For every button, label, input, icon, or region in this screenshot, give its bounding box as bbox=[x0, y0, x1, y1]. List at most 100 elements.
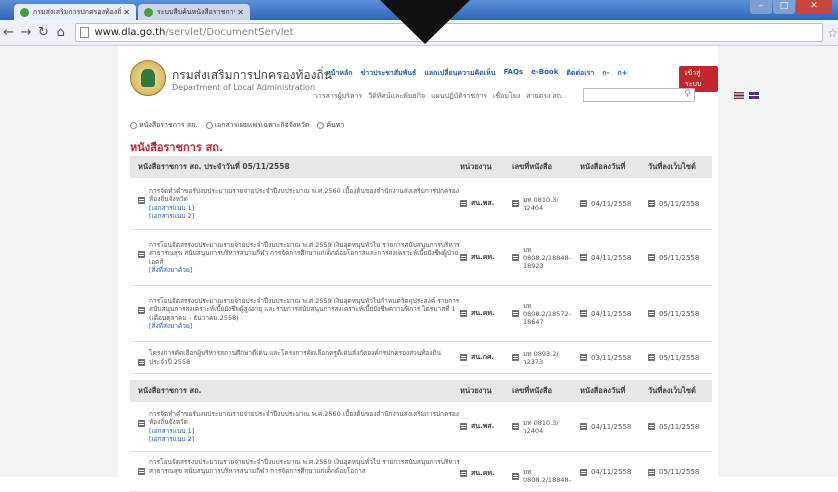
subnav-item[interactable]: สายตรง สถ. bbox=[526, 91, 563, 102]
english-flag-icon[interactable] bbox=[749, 92, 759, 99]
list-icon bbox=[512, 200, 519, 207]
document-icon bbox=[138, 250, 145, 258]
site-header: กรมส่งเสริมการปกครองท้องถิ่น Department … bbox=[118, 46, 759, 106]
subnav-item[interactable]: วารสารผู้บริหาร bbox=[314, 91, 362, 102]
url-host: www.dla.go.th bbox=[94, 27, 166, 38]
chevron-down-icon bbox=[380, 0, 470, 44]
attachment-link[interactable]: [เอกสารแนบ 1] bbox=[149, 204, 460, 213]
calendar-icon bbox=[580, 354, 587, 361]
font-decrease[interactable]: ก- bbox=[602, 68, 609, 79]
site-logo-icon[interactable] bbox=[130, 60, 166, 96]
subnav-item[interactable]: วีดิทัศน์และพันธกิจ bbox=[368, 91, 425, 102]
docno-text: มท 0808.2/18848- bbox=[523, 468, 571, 484]
nav-news[interactable]: ข่าวประชาสัมพันธ์ bbox=[360, 68, 416, 79]
subject-text[interactable]: การโอนจัดสรรงบประมาณรายจ่ายประจำปีงบประม… bbox=[149, 241, 460, 266]
docno-text: มท 0808.2/18848-18923 bbox=[523, 245, 571, 270]
subject-text[interactable]: การจัดทำคำขอรับงบประมาณรายจ่ายประจำปีงบป… bbox=[149, 187, 459, 204]
subnav-item[interactable]: แผนปฏิบัติราชการ bbox=[431, 91, 487, 102]
top-navigation: หน้าหลัก ข่าวประชาสัมพันธ์ แลกเปลี่ยนควา… bbox=[326, 68, 628, 79]
doc-date: 03/11/2558 bbox=[591, 353, 632, 362]
list-icon bbox=[512, 472, 519, 480]
calendar-icon bbox=[648, 468, 655, 476]
post-date: 05/11/2558 bbox=[659, 253, 700, 262]
subject-text[interactable]: การโอนจัดสรรงบประมาณรายจ่ายประจำปีงบประม… bbox=[149, 458, 460, 475]
table-row: การโอนจัดสรรงบประมาณรายจ่ายประจำปีงบประม… bbox=[130, 286, 712, 342]
subject-cell: การจัดทำคำขอรับงบประมาณรายจ่ายประจำปีงบป… bbox=[130, 410, 460, 444]
back-arrow-icon[interactable]: ← bbox=[0, 25, 17, 40]
col-unit: หน่วยงาน bbox=[460, 162, 492, 171]
browser-tab-2[interactable]: ระบบสืบค้นหนังสือราชการ ✕ bbox=[138, 4, 250, 20]
option-provincial-docs[interactable]: เอกสารเผยแพร่เฉพาะกิจจังหวัด bbox=[205, 120, 309, 131]
list-icon bbox=[460, 254, 467, 261]
minimize-icon[interactable]: – bbox=[750, 0, 772, 14]
subject-cell: การจัดทำคำขอรับงบประมาณรายจ่ายประจำปีงบป… bbox=[130, 187, 460, 221]
doc-date: 04/11/2558 bbox=[591, 253, 632, 262]
subject-cell: การโอนจัดสรรงบประมาณรายจ่ายประจำปีงบประม… bbox=[130, 458, 460, 475]
calendar-icon bbox=[580, 310, 587, 317]
nav-forum[interactable]: แลกเปลี่ยนความคิดเห็น bbox=[424, 68, 495, 79]
url-path: /servlet/DocumentServlet bbox=[165, 27, 294, 38]
site-name-en: Department of Local Administration bbox=[172, 83, 316, 92]
col-doc-date: หนังสือลงวันที่ bbox=[580, 162, 626, 171]
browser-tab-1[interactable]: กรมส่งเสริมการปกครองท้องถิ่น ✕ bbox=[14, 4, 136, 20]
attachment-link[interactable]: [เอกสารแนบ 2] bbox=[149, 435, 460, 444]
docno-text: มท 0810.3/ ว2404 bbox=[523, 195, 559, 212]
forward-arrow-icon[interactable]: → bbox=[17, 25, 34, 40]
nav-faqs[interactable]: FAQs bbox=[504, 68, 524, 79]
calendar-icon bbox=[580, 423, 587, 430]
list-icon bbox=[512, 354, 519, 361]
home-icon[interactable]: ⌂ bbox=[52, 25, 69, 40]
docno-text: มท 0810.3/ ว2404 bbox=[523, 418, 559, 435]
font-increase[interactable]: ก+ bbox=[617, 68, 627, 79]
post-date: 05/11/2558 bbox=[659, 199, 700, 208]
subject-cell: การโอนจัดสรรงบประมาณรายจ่ายประจำปีงบประม… bbox=[130, 297, 460, 331]
section-title: หนังสือราชการ สถ. bbox=[130, 141, 224, 154]
calendar-icon bbox=[648, 200, 655, 207]
documents-table-all: หนังสือราชการ สถ. หน่วยงาน เลขที่หนังสือ… bbox=[130, 380, 712, 492]
page-icon bbox=[80, 27, 90, 38]
table-row: การจัดทำคำขอรับงบประมาณรายจ่ายประจำปีงบป… bbox=[130, 402, 712, 452]
subnav-item[interactable]: เชื่อมโยง bbox=[493, 91, 520, 102]
thai-flag-icon[interactable] bbox=[734, 92, 744, 99]
attachment-link[interactable]: [สิ่งที่ส่งมาด้วย] bbox=[149, 322, 460, 331]
search-input[interactable]: ⚲ bbox=[583, 88, 695, 102]
calendar-icon bbox=[580, 254, 587, 261]
subject-text[interactable]: การโอนจัดสรรงบประมาณรายจ่ายประจำปีงบประม… bbox=[149, 297, 459, 322]
tab-close-icon[interactable]: ✕ bbox=[123, 8, 130, 17]
bookmark-star-icon[interactable]: ☆ bbox=[827, 26, 838, 40]
radio-icon bbox=[205, 122, 213, 129]
attachment-link[interactable]: [สิ่งที่ส่งมาด้วย] bbox=[149, 266, 460, 275]
attachment-link[interactable]: [เอกสารแนบ 1] bbox=[149, 427, 460, 436]
document-icon bbox=[138, 419, 145, 427]
window-close-icon[interactable]: ✕ bbox=[796, 0, 832, 14]
col-docno: เลขที่หนังสือ bbox=[512, 386, 553, 395]
unit-text: สน.คท. bbox=[471, 309, 495, 317]
nav-ebook[interactable]: e-Book bbox=[531, 68, 558, 79]
window-controls: – □ ✕ bbox=[749, 0, 832, 14]
maximize-icon[interactable]: □ bbox=[773, 0, 795, 14]
table-row: การโอนจัดสรรงบประมาณรายจ่ายประจำปีงบประม… bbox=[130, 230, 712, 286]
docno-text: มท 0808.2/18572-18647 bbox=[523, 301, 571, 326]
subject-cell: การโอนจัดสรรงบประมาณรายจ่ายประจำปีงบประม… bbox=[130, 241, 460, 275]
doc-date: 04/11/2558 bbox=[591, 199, 632, 208]
reload-icon[interactable]: ↻ bbox=[35, 25, 52, 40]
option-official-docs[interactable]: หนังสือราชการ สถ. bbox=[130, 120, 198, 131]
documents-table-today: หนังสือราชการ สถ. ประจำวันที่ 05/11/2558… bbox=[130, 156, 712, 374]
tab-close-icon[interactable]: ✕ bbox=[237, 8, 244, 17]
nav-home[interactable]: หน้าหลัก bbox=[326, 68, 352, 79]
post-date: 05/11/2558 bbox=[659, 468, 700, 476]
col-doc-date: หนังสือลงวันที่ bbox=[580, 386, 626, 395]
subject-text[interactable]: โครงการคัดเลือกผู้บริหารสถานศึกษาดีเด่น … bbox=[149, 349, 441, 366]
col-subject: หนังสือราชการ สถ. bbox=[138, 386, 202, 395]
search-icon[interactable]: ⚲ bbox=[684, 89, 691, 99]
page-body: กรมส่งเสริมการปกครองท้องถิ่น Department … bbox=[0, 46, 838, 492]
nav-contact[interactable]: ติดต่อเรา bbox=[566, 68, 594, 79]
col-post-date: วันที่ลงเว็บไซต์ bbox=[648, 162, 696, 171]
document-icon bbox=[138, 468, 145, 475]
unit-text: สน.กศ. bbox=[471, 353, 495, 361]
document-icon bbox=[138, 196, 145, 204]
option-search[interactable]: ค้นหา bbox=[317, 120, 344, 131]
attachment-link[interactable]: [เอกสารแนบ 2] bbox=[149, 212, 460, 221]
tab-title: ระบบสืบค้นหนังสือราชการ bbox=[157, 7, 236, 16]
subject-text[interactable]: การจัดทำคำขอรับงบประมาณรายจ่ายประจำปีงบป… bbox=[149, 410, 459, 427]
